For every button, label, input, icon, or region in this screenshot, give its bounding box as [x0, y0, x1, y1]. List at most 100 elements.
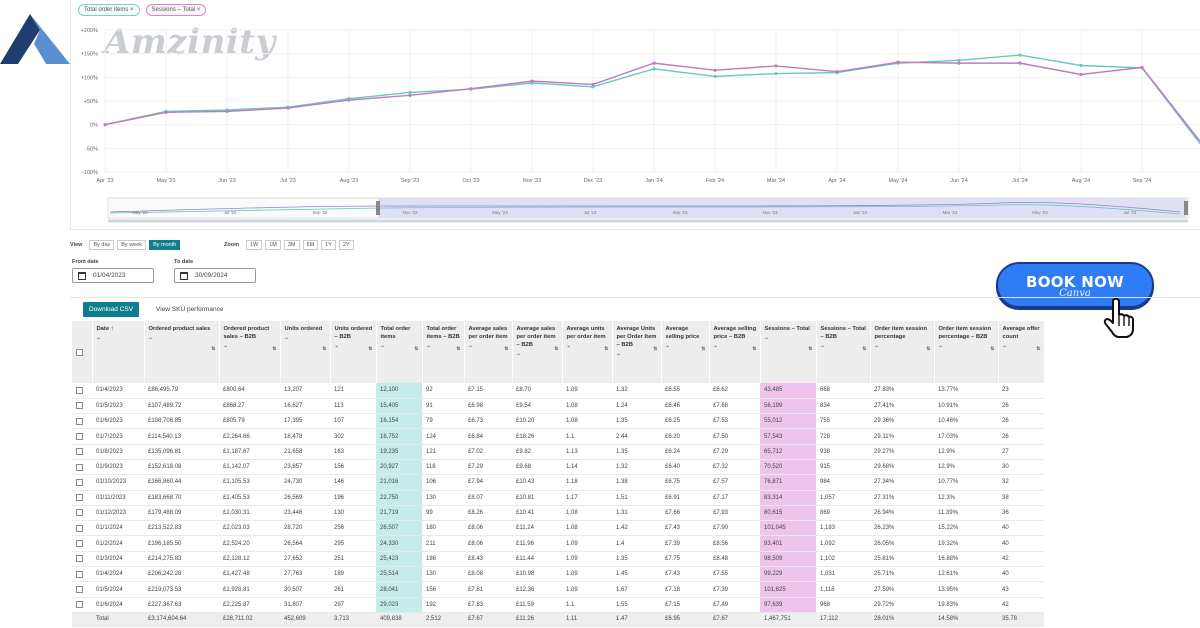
column-header[interactable]: Order item session percentage ⇅ ⌄	[870, 321, 935, 383]
sort-icon[interactable]: ⇅	[414, 345, 418, 353]
row-checkbox[interactable]	[76, 601, 83, 609]
column-header[interactable]: Ordered product sales – B2B ⇅ ⌄	[219, 321, 281, 383]
row-checkbox[interactable]	[76, 585, 83, 593]
sort-icon[interactable]: ⇅	[456, 345, 460, 353]
table-row[interactable]: 01/12/2023 £179,488.09 £1,030.31 23,446 130 2…	[72, 505, 1044, 522]
column-header[interactable]: Total order items – B2B ⇅ ⌄	[422, 321, 465, 383]
row-checkbox[interactable]	[76, 524, 83, 532]
table-row[interactable]: 01/7/2023 £114,540.13 £2,264.66 18,478 302 16…	[72, 428, 1044, 445]
view-by-day[interactable]: By day	[89, 240, 115, 250]
table-row[interactable]: 01/11/2023 £183,668.70 £1,405.53 26,569 196 2…	[72, 490, 1044, 506]
view-by-month[interactable]: By month	[149, 240, 181, 250]
table-row[interactable]: 01/5/2024 £219,073.53 £1,928.81 30,507 261 28…	[72, 581, 1044, 598]
sort-icon[interactable]: ⇅	[862, 345, 866, 353]
table-row[interactable]: 01/5/2023 £107,489.72 £868.27 16,627 113 15,4…	[72, 398, 1044, 415]
table-row[interactable]: 01/4/2024 £206,242.28 £1,427.48 27,763 189 25…	[72, 566, 1044, 583]
column-header[interactable]: Ordered product sales ⇅ ⌄	[144, 321, 220, 383]
chevron-down-icon[interactable]: ⌄	[97, 334, 141, 342]
to-date-field[interactable]: 30/09/2024	[174, 268, 256, 283]
chevron-down-icon[interactable]: ⌄	[381, 342, 419, 350]
table-row[interactable]: 01/2/2024 £196,185.50 £2,524.20 26,564 295 24…	[72, 535, 1044, 552]
row-checkbox[interactable]	[76, 433, 83, 440]
table-cell: £2,524.20	[219, 535, 280, 552]
zoom-1m[interactable]: 1M	[265, 240, 281, 250]
column-header[interactable]: Average offer count ⇅ ⌄	[998, 321, 1045, 383]
row-checkbox[interactable]	[76, 540, 83, 548]
sort-icon[interactable]: ⇅	[504, 345, 508, 353]
sort-icon[interactable]: ⇅	[1036, 345, 1040, 353]
column-header[interactable]: Order item session percentage – B2B ⇅ ⌄	[934, 321, 999, 383]
chevron-down-icon[interactable]: ⌄	[335, 342, 373, 350]
column-header[interactable]: Average units per order item ⇅ ⌄	[562, 321, 613, 383]
chevron-down-icon[interactable]: ⌄	[714, 342, 757, 350]
sort-icon[interactable]: ⇅	[368, 345, 372, 353]
column-header[interactable]: Units ordered – B2B ⇅ ⌄	[330, 321, 377, 383]
row-checkbox[interactable]	[76, 478, 83, 486]
chevron-down-icon[interactable]: ⌄	[469, 342, 509, 350]
chevron-down-icon[interactable]: ⌄	[617, 350, 658, 358]
table-row[interactable]: 01/9/2023 £152,618.08 £1,142.07 23,857 156 20…	[72, 459, 1044, 476]
sort-icon[interactable]: ⇅	[808, 345, 812, 353]
column-header[interactable]: Total order items ⇅ ⌄	[376, 321, 423, 383]
zoom-6m[interactable]: 6M	[302, 240, 319, 250]
sort-icon[interactable]: ⇅	[752, 345, 756, 353]
view-by-week[interactable]: By week	[117, 240, 147, 250]
chevron-down-icon[interactable]: ⌄	[517, 350, 559, 358]
row-checkbox[interactable]	[76, 463, 83, 471]
zoom-2y[interactable]: 2Y	[338, 240, 354, 250]
chevron-down-icon[interactable]: ⌄	[149, 334, 216, 342]
table-total-row[interactable]: Total £3,174,604.64 £28,711.02 452,609 3,713…	[72, 612, 1044, 627]
chevron-down-icon[interactable]: ⌄	[666, 342, 706, 350]
sort-icon[interactable]: ⇅	[272, 345, 276, 353]
zoom-3m[interactable]: 3M	[283, 240, 300, 250]
line-chart[interactable]: +200% +150% +100% +50% 0% -50% -100% Apr '23 May…	[0, 0, 1200, 230]
table-row[interactable]: 01/1/2024 £213,522.83 £2,023.03 28,720 256 26…	[72, 520, 1044, 537]
sort-icon[interactable]: ⇅	[322, 345, 326, 353]
chevron-down-icon[interactable]: ⌄	[1003, 342, 1041, 350]
column-header[interactable]: Average sales per order item – B2B ⇅ ⌄	[512, 321, 563, 383]
chevron-down-icon[interactable]: ⌄	[285, 334, 327, 342]
sort-icon[interactable]: ⇅	[211, 345, 215, 353]
table-row[interactable]: 01/6/2024 £227,367.63 £2,225.87 31,807 297 29…	[72, 597, 1044, 613]
row-checkbox[interactable]	[76, 448, 83, 456]
sort-icon[interactable]: ⇅	[990, 345, 994, 353]
chevron-down-icon[interactable]: ⌄	[821, 342, 867, 350]
row-checkbox[interactable]	[76, 570, 83, 578]
chevron-down-icon[interactable]: ⌄	[939, 342, 995, 350]
sort-icon[interactable]: ⇅	[554, 345, 558, 353]
sort-icon[interactable]: ⇅	[604, 345, 608, 353]
row-checkbox[interactable]	[76, 402, 83, 410]
row-checkbox[interactable]	[76, 494, 83, 502]
column-header[interactable]: Date ↑ ⌄	[92, 321, 145, 383]
zoom-1w[interactable]: 1W	[245, 240, 263, 250]
row-checkbox[interactable]	[76, 386, 83, 394]
column-header[interactable]: Average selling price – B2B ⇅ ⌄	[709, 321, 761, 383]
row-checkbox[interactable]	[76, 417, 83, 425]
column-header[interactable]: Average sales per order item ⇅ ⌄	[464, 321, 513, 383]
chevron-down-icon[interactable]: ⌄	[224, 342, 277, 350]
chevron-down-icon[interactable]: ⌄	[765, 334, 813, 342]
zoom-1y[interactable]: 1Y	[321, 240, 336, 250]
table-row[interactable]: 01/6/2023 £108,706.85 £805.79 17,395 107 16,1…	[72, 413, 1044, 430]
tab-sku-performance[interactable]: View SKU performance	[156, 306, 223, 313]
table-row[interactable]: 01/3/2024 £214,275.83 £2,128.12 27,652 251 25…	[72, 551, 1044, 568]
table-row[interactable]: 01/10/2023 £166,860.44 £1,105.53 24,730 146 2…	[72, 474, 1044, 491]
column-header[interactable]: Units ordered ⇅ ⌄	[280, 321, 331, 383]
table-row[interactable]: 01/4/2023 £86,495.79 £800.64 13,207 121 12,10…	[72, 383, 1044, 399]
chevron-down-icon[interactable]: ⌄	[875, 342, 931, 350]
column-header[interactable]: Average selling price ⇅ ⌄	[661, 321, 710, 383]
column-header[interactable]: Sessions – Total ⇅ ⌄	[760, 321, 817, 383]
select-all-checkbox[interactable]	[76, 349, 83, 356]
sort-icon[interactable]: ⇅	[926, 345, 930, 353]
sort-asc-icon[interactable]: ↑	[109, 326, 114, 332]
from-date-field[interactable]: 01/04/2023	[72, 268, 154, 283]
row-checkbox[interactable]	[76, 509, 83, 517]
sort-icon[interactable]: ⇅	[653, 345, 657, 353]
row-checkbox[interactable]	[76, 555, 83, 563]
column-header[interactable]: Average Units per Order Item – B2B ⇅ ⌄	[612, 321, 662, 383]
download-csv-button[interactable]: Download CSV	[83, 302, 140, 317]
table-row[interactable]: 01/8/2023 £135,096.81 £1,187.67 21,658 163 19…	[72, 444, 1044, 460]
column-header[interactable]: Sessions – Total – B2B ⇅ ⌄	[816, 321, 871, 383]
sort-icon[interactable]: ⇅	[701, 345, 705, 353]
chevron-down-icon[interactable]: ⌄	[567, 342, 609, 350]
